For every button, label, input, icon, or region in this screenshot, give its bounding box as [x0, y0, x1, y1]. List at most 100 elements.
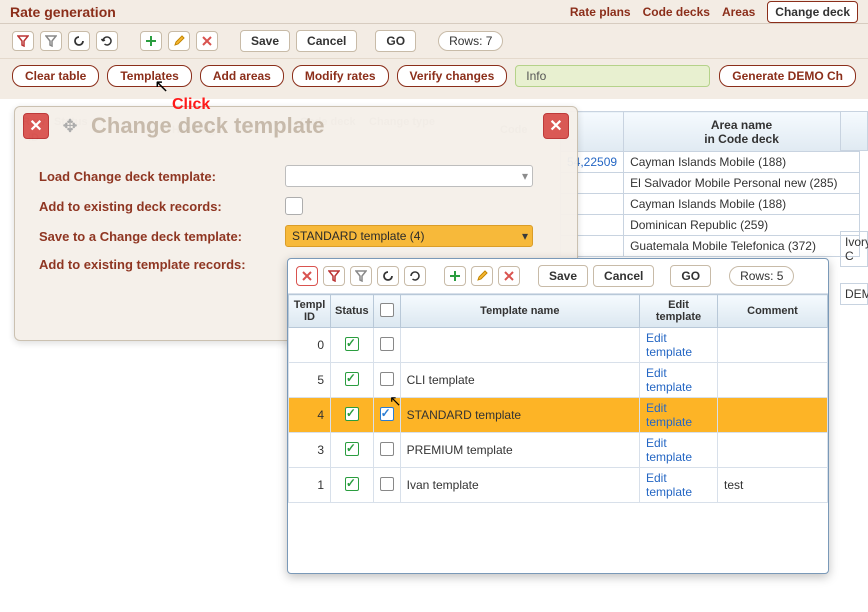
dialog-title: Change deck template	[91, 113, 325, 139]
refresh-icon[interactable]	[96, 31, 118, 51]
table-row[interactable]: 5CLI templateEdit template	[289, 363, 828, 398]
edit-template-link[interactable]: Edit template	[640, 433, 718, 468]
comment-cell: test	[718, 468, 828, 503]
edit-icon[interactable]	[471, 266, 493, 286]
add-existing-deck-checkbox[interactable]	[285, 197, 303, 215]
verify-changes-button[interactable]: Verify changes	[397, 65, 508, 87]
table-row[interactable]: 0 Edit template	[289, 328, 828, 363]
area-row[interactable]: Dominican Republic (259)	[624, 215, 860, 236]
delete-icon[interactable]	[196, 31, 218, 51]
edit-template-link[interactable]: Edit template	[640, 328, 718, 363]
page-title: Rate generation	[10, 4, 116, 20]
close-icon[interactable]	[296, 266, 318, 286]
area-row[interactable]: El Salvador Mobile Personal new (285)	[624, 173, 860, 194]
clear-table-button[interactable]: Clear table	[12, 65, 99, 87]
name-cell: PREMIUM template	[400, 433, 639, 468]
modify-rates-button[interactable]: Modify rates	[292, 65, 389, 87]
edit-template-link[interactable]: Edit template	[640, 468, 718, 503]
col-edit-template[interactable]: Edit template	[640, 295, 718, 328]
rows-count: Rows: 7	[438, 31, 503, 51]
add-areas-button[interactable]: Add areas	[200, 65, 284, 87]
area-side-cell: DEMO	[840, 283, 868, 305]
cancel-button[interactable]: Cancel	[593, 265, 654, 287]
edit-icon[interactable]	[168, 31, 190, 51]
templ-id-cell: 1	[289, 468, 331, 503]
delete-icon[interactable]	[498, 266, 520, 286]
col-templ-id[interactable]: Templ ID	[289, 295, 331, 328]
filter-icon[interactable]	[12, 31, 34, 51]
status-cell[interactable]	[331, 328, 374, 363]
col-select-all[interactable]	[373, 295, 400, 328]
comment-cell	[718, 328, 828, 363]
comment-cell	[718, 398, 828, 433]
refresh-icon[interactable]	[404, 266, 426, 286]
area-table: Area name in Code deck 54,22509Cayman Is…	[560, 111, 860, 257]
move-icon[interactable]: ✥	[57, 113, 83, 139]
save-template-select[interactable]: STANDARD template (4)▾	[285, 225, 533, 247]
status-cell[interactable]	[331, 433, 374, 468]
comment-cell	[718, 363, 828, 398]
edit-template-link[interactable]: Edit template	[640, 398, 718, 433]
select-cell[interactable]	[373, 328, 400, 363]
page-header: Rate generation Rate plans Code decks Ar…	[0, 0, 868, 24]
cancel-button[interactable]: Cancel	[296, 30, 357, 52]
col-status[interactable]: Status	[331, 295, 374, 328]
generate-button[interactable]: Generate DEMO Ch	[719, 65, 856, 87]
templ-id-cell: 5	[289, 363, 331, 398]
select-cell[interactable]	[373, 398, 400, 433]
go-button[interactable]: GO	[375, 30, 416, 52]
table-row[interactable]: 1 Ivan templateEdit templatetest	[289, 468, 828, 503]
area-row[interactable]: Guatemala Mobile Telefonica (372)	[624, 236, 860, 257]
table-row[interactable]: 4 STANDARD templateEdit template	[289, 398, 828, 433]
templates-button[interactable]: Templates	[107, 65, 191, 87]
area-col-name[interactable]: Area name in Code deck	[624, 112, 860, 152]
load-template-label: Load Change deck template:	[39, 169, 277, 184]
header-links: Rate plans Code decks Areas Change deck	[570, 1, 858, 23]
templ-id-cell: 3	[289, 433, 331, 468]
link-code-decks[interactable]: Code decks	[643, 5, 710, 19]
filter-icon[interactable]	[323, 266, 345, 286]
select-cell[interactable]	[373, 363, 400, 398]
close-icon[interactable]: ✕	[543, 113, 569, 139]
info-field[interactable]: Info	[515, 65, 710, 87]
area-side-header	[840, 111, 868, 151]
main-toolbar: Save Cancel GO Rows: 7	[0, 24, 868, 59]
save-button[interactable]: Save	[240, 30, 290, 52]
add-icon[interactable]	[140, 31, 162, 51]
name-cell: Ivan template	[400, 468, 639, 503]
col-comment[interactable]: Comment	[718, 295, 828, 328]
filter-clear-icon[interactable]	[350, 266, 372, 286]
load-template-select[interactable]: ▾	[285, 165, 533, 187]
template-list-dialog: Save Cancel GO Rows: 5 Templ ID Status T…	[287, 258, 829, 574]
add-existing-deck-label: Add to existing deck records:	[39, 199, 277, 214]
rows-count: Rows: 5	[729, 266, 794, 286]
templ-id-cell: 4	[289, 398, 331, 433]
link-rate-plans[interactable]: Rate plans	[570, 5, 631, 19]
template-table: Templ ID Status Template name Edit templ…	[288, 294, 828, 503]
filter-clear-icon[interactable]	[40, 31, 62, 51]
area-row[interactable]: Cayman Islands Mobile (188)	[624, 152, 860, 173]
status-cell[interactable]	[331, 363, 374, 398]
close-icon[interactable]: ✕	[23, 113, 49, 139]
status-cell[interactable]	[331, 468, 374, 503]
link-areas[interactable]: Areas	[722, 5, 755, 19]
status-cell[interactable]	[331, 398, 374, 433]
table-row[interactable]: 3 PREMIUM templateEdit template	[289, 433, 828, 468]
name-cell	[400, 328, 639, 363]
secondary-toolbar: Clear table Templates Add areas Modify r…	[0, 59, 868, 99]
edit-template-link[interactable]: Edit template	[640, 363, 718, 398]
select-cell[interactable]	[373, 433, 400, 468]
select-cell[interactable]	[373, 468, 400, 503]
add-icon[interactable]	[444, 266, 466, 286]
area-row[interactable]: Cayman Islands Mobile (188)	[624, 194, 860, 215]
save-button[interactable]: Save	[538, 265, 588, 287]
save-template-label: Save to a Change deck template:	[39, 229, 277, 244]
refresh-c-icon[interactable]	[377, 266, 399, 286]
go-button[interactable]: GO	[670, 265, 711, 287]
name-cell: STANDARD template	[400, 398, 639, 433]
refresh-c-icon[interactable]	[68, 31, 90, 51]
dialog-header: ✕ ✥ Change deck template ✕	[15, 107, 577, 145]
col-template-name[interactable]: Template name	[400, 295, 639, 328]
templ-id-cell: 0	[289, 328, 331, 363]
change-deck-button[interactable]: Change deck	[767, 1, 858, 23]
